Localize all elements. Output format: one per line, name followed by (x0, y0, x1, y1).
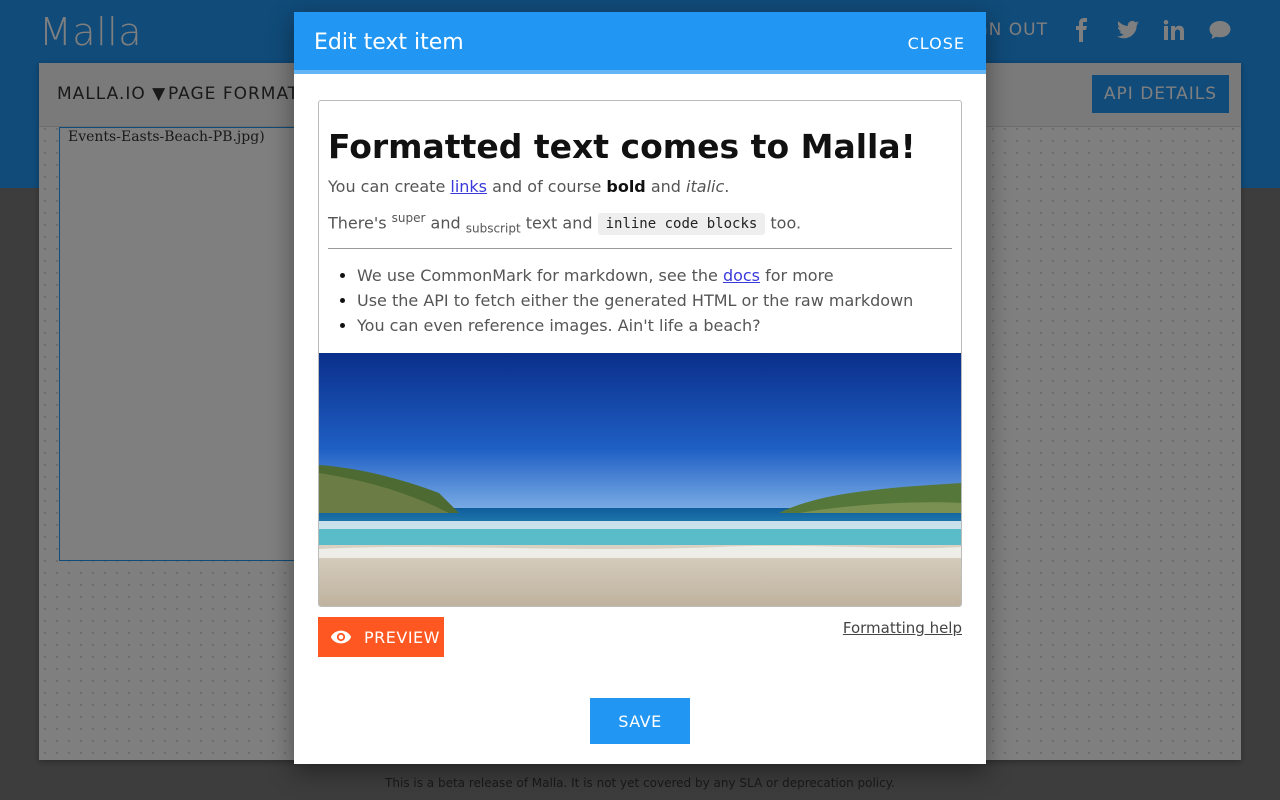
save-button[interactable]: SAVE (590, 698, 690, 744)
beach-image (319, 353, 961, 606)
text-span: too. (765, 213, 802, 233)
eye-icon (330, 630, 352, 644)
edit-text-modal: Edit text item CLOSE Formatted text come… (294, 12, 986, 764)
modal-header: Edit text item CLOSE (294, 12, 986, 74)
docs-link[interactable]: docs (723, 266, 760, 285)
horizontal-rule (328, 248, 952, 249)
close-button[interactable]: CLOSE (908, 34, 965, 53)
preview-paragraph-1: You can create links and of course bold … (328, 177, 729, 196)
preview-link[interactable]: links (450, 177, 487, 196)
text-span: There's (328, 213, 392, 233)
text-span: and (425, 213, 466, 233)
markdown-preview: Formatted text comes to Malla! You can c… (318, 100, 962, 607)
italic-text: italic (686, 177, 725, 196)
text-span: and (645, 177, 687, 196)
list-item: We use CommonMark for markdown, see the … (357, 266, 913, 285)
modal-title: Edit text item (314, 30, 464, 55)
subscript-text: subscript (465, 221, 521, 236)
preview-paragraph-2: There's super and subscript text and inl… (328, 211, 801, 236)
formatting-help-link[interactable]: Formatting help (843, 619, 962, 637)
text-span: text and (520, 213, 598, 233)
preview-button-label: PREVIEW (364, 627, 440, 647)
preview-list: We use CommonMark for markdown, see the … (357, 266, 913, 341)
bold-text: bold (606, 177, 646, 196)
text-span: for more (760, 266, 834, 285)
text-span: You can create (328, 177, 451, 196)
list-item: Use the API to fetch either the generate… (357, 291, 913, 310)
text-span: . (724, 177, 730, 196)
preview-button[interactable]: PREVIEW (318, 617, 444, 657)
list-item: You can even reference images. Ain't lif… (357, 316, 913, 335)
superscript-text: super (391, 211, 426, 225)
preview-heading: Formatted text comes to Malla! (328, 127, 916, 166)
inline-code: inline code blocks (597, 213, 766, 236)
text-span: and of course (487, 177, 607, 196)
text-span: We use CommonMark for markdown, see the (357, 266, 723, 285)
